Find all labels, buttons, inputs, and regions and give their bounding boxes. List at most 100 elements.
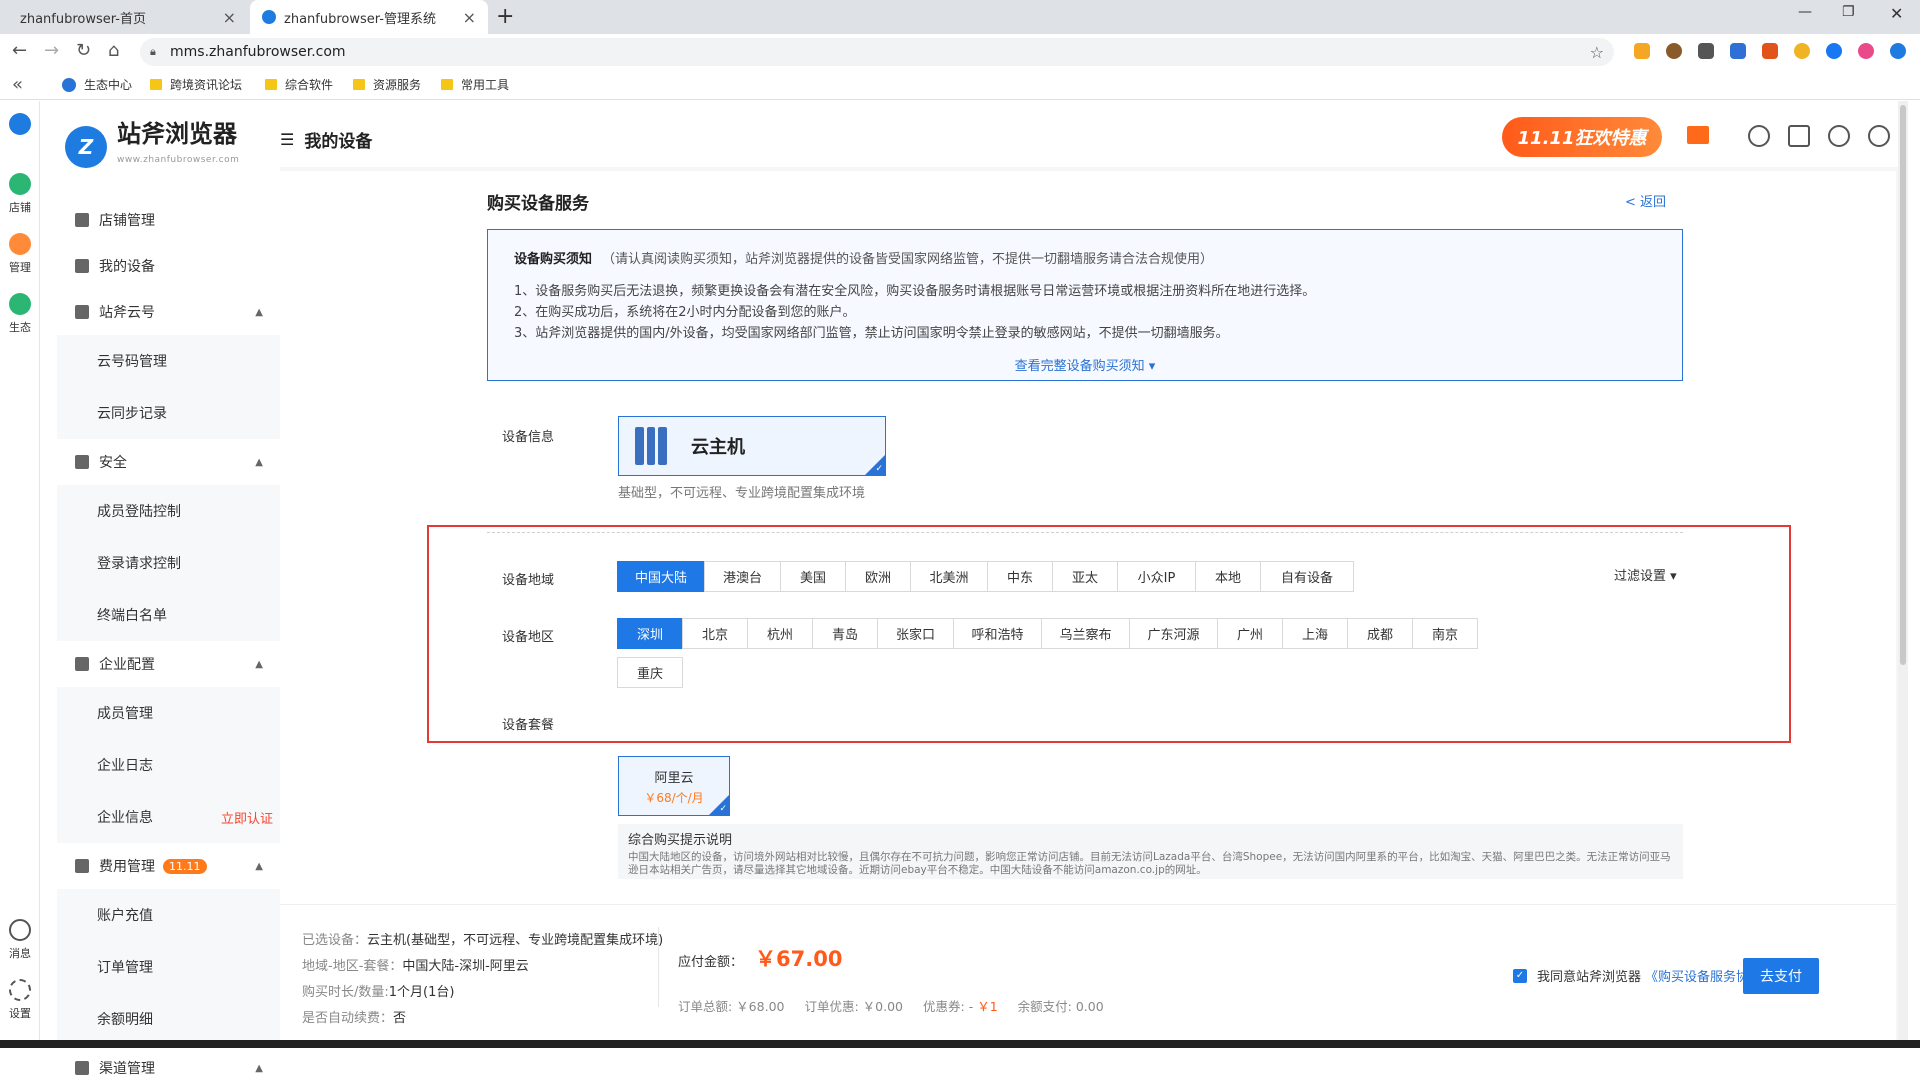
sidebar-item-cloud-numbers[interactable]: 云号码管理 [57,335,285,387]
bookmark-folder[interactable]: 常用工具 [441,76,509,93]
sidebar-item-enterprise-log[interactable]: 企业日志 [57,739,285,791]
area-option[interactable]: 上海 [1282,618,1348,649]
area-option[interactable]: 南京 [1412,618,1478,649]
plan-card-aliyun[interactable]: 阿里云 ￥68/个/月 ✓ [618,756,730,816]
scrollbar-thumb[interactable] [1900,105,1906,665]
sidebar-group-security[interactable]: 安全 ▲ [57,439,285,485]
star-icon[interactable]: ☆ [1590,43,1604,62]
tab-admin[interactable]: zhanfubrowser-管理系统 × [250,0,488,34]
sidebar-item-orders[interactable]: 订单管理 [57,941,285,993]
add-icon[interactable] [1748,125,1770,147]
close-icon[interactable]: × [223,8,236,27]
sidebar-item-request-control[interactable]: 登录请求控制 [57,537,285,589]
region-option[interactable]: 小众IP [1117,561,1196,592]
region-option[interactable]: 本地 [1195,561,1261,592]
sidebar-group-enterprise[interactable]: 企业配置 ▲ [57,641,285,687]
home-icon[interactable]: ⌂ [108,40,119,61]
qr-icon[interactable] [1698,43,1714,59]
forward-icon[interactable]: → [44,40,59,61]
extension-icon[interactable] [1858,43,1874,59]
close-icon[interactable]: × [463,8,476,27]
bag-icon[interactable] [1788,125,1810,147]
sidebar-group-cloud[interactable]: 站斧云号 ▲ [57,289,285,335]
rail-item-settings[interactable]: 设置 [6,979,34,1021]
url-input[interactable]: 🔒︎ mms.zhanfubrowser.com ☆ [140,38,1614,66]
area-option[interactable]: 重庆 [617,657,683,688]
minimize-icon[interactable]: — [1798,4,1812,20]
region-option[interactable]: 中东 [987,561,1053,592]
reload-icon[interactable]: ↻ [76,40,91,61]
bookmark-item[interactable]: 生态中心 [62,76,132,93]
user-icon[interactable] [1868,125,1890,147]
collapse-icon[interactable]: « [12,74,23,95]
sidebar-group-billing[interactable]: 费用管理 11.11 ▲ [57,843,285,889]
region-option[interactable]: 欧洲 [845,561,911,592]
rail-item-shop[interactable]: 店铺 [6,173,34,215]
region-option[interactable]: 自有设备 [1260,561,1354,592]
close-window-icon[interactable]: ✕ [1890,4,1903,23]
sidebar-item-recharge[interactable]: 账户充值 [57,889,285,941]
region-option[interactable]: 美国 [780,561,846,592]
sidebar-item-devices[interactable]: 我的设备 [57,243,285,289]
cookie-icon[interactable] [1666,43,1682,59]
support-icon[interactable] [1828,125,1850,147]
area-option[interactable]: 呼和浩特 [953,618,1042,649]
menu-toggle-icon[interactable]: ☰ [280,130,294,149]
tab-home[interactable]: zhanfubrowser-首页 × [8,0,248,34]
area-option[interactable]: 广州 [1217,618,1283,649]
notice-expand-link[interactable]: 查看完整设备购买须知 ▾ [488,355,1682,374]
translate-icon[interactable] [1730,43,1746,59]
sidebar-item-cloud-sync[interactable]: 云同步记录 [57,387,285,439]
user-avatar[interactable] [6,113,34,139]
agree-checkbox[interactable]: ✓ [1513,968,1527,983]
extension-icon[interactable] [1762,43,1778,59]
certify-link[interactable]: 立即认证 [221,808,273,827]
area-option[interactable]: 乌兰察布 [1041,618,1130,649]
coupon-icon[interactable] [1687,126,1709,144]
area-option[interactable]: 成都 [1347,618,1413,649]
rail-item-messages[interactable]: 消息 [6,919,34,961]
region-option[interactable]: 北美洲 [910,561,988,592]
rail-item-manage[interactable]: 管理 [6,233,34,275]
filter-settings-dropdown[interactable]: 过滤设置 ▾ [1614,565,1677,584]
globe-icon [62,77,76,92]
gear-icon [9,979,31,1001]
bookmark-folder[interactable]: 综合软件 [265,76,333,93]
scrollbar[interactable] [1898,101,1908,1040]
bookmark-folder[interactable]: 跨境资讯论坛 [150,76,242,93]
sidebar-item-label: 渠道管理 [99,1061,155,1077]
region-option[interactable]: 亚太 [1052,561,1118,592]
sidebar-item-login-control[interactable]: 成员登陆控制 [57,485,285,537]
area-option[interactable]: 深圳 [617,618,683,649]
extension-icon[interactable] [1794,43,1810,59]
sidebar-item-shops[interactable]: 店铺管理 [57,197,285,243]
profile-icon[interactable] [1890,43,1906,59]
sidebar-item-enterprise-info[interactable]: 企业信息 立即认证 [57,791,285,843]
sidebar-item-members[interactable]: 成员管理 [57,687,285,739]
sidebar-item-whitelist[interactable]: 终端白名单 [57,589,285,641]
device-card-cloud-host[interactable]: 云主机 ✓ [618,416,886,476]
back-icon[interactable]: ← [12,40,27,61]
area-option[interactable]: 广东河源 [1129,618,1218,649]
facebook-icon[interactable] [1826,43,1842,59]
server-icon [75,259,89,273]
promo-banner[interactable]: 11.11狂欢特惠 [1502,117,1662,157]
restore-icon[interactable]: ❐ [1842,4,1855,20]
area-option[interactable]: 北京 [682,618,748,649]
area-option[interactable]: 杭州 [747,618,813,649]
sidebar-item-balance[interactable]: 余额明细 [57,993,285,1045]
sidebar-group-channel[interactable]: 渠道管理 ▲ [57,1045,285,1091]
region-option[interactable]: 港澳台 [704,561,781,592]
pay-button[interactable]: 去支付 [1743,958,1819,994]
back-link[interactable]: < 返回 [1625,191,1666,210]
new-tab-icon[interactable]: + [496,4,514,29]
bookmark-label: 跨境资讯论坛 [170,78,243,92]
region-option[interactable]: 中国大陆 [617,561,705,592]
area-option[interactable]: 青岛 [812,618,878,649]
region-options: 中国大陆 港澳台 美国 欧洲 北美洲 中东 亚太 小众IP 本地 自有设备 [617,561,1354,592]
rail-item-eco[interactable]: 生态 [6,293,34,335]
area-option[interactable]: 张家口 [877,618,954,649]
bookmark-folder[interactable]: 资源服务 [353,76,421,93]
logo[interactable]: Z 站斧浏览器 www.zhanfubrowser.com [65,121,239,173]
extension-icon[interactable] [1634,43,1650,59]
